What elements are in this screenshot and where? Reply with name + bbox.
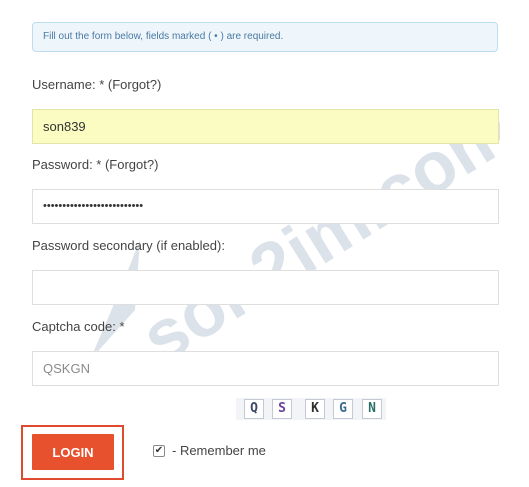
password-secondary-input[interactable] [32,270,499,305]
captcha-char-5: N [362,399,382,419]
captcha-input-value: QSKGN [43,361,90,376]
captcha-char-1: Q [244,399,264,419]
password-secondary-label: Password secondary (if enabled): [32,238,225,253]
notice-text: Fill out the form below, fields marked (… [43,31,284,42]
captcha-char-3: K [305,399,325,419]
captcha-image: Q S K G N [236,398,386,420]
login-button[interactable]: LOGIN [32,434,114,470]
password-input[interactable]: •••••••••••••••••••••••••• [32,189,499,224]
captcha-label: Captcha code: * [32,319,125,334]
captcha-char-2: S [272,399,292,419]
username-value: son839 [43,119,86,134]
captcha-char-4: G [333,399,353,419]
captcha-input[interactable]: QSKGN [32,351,499,386]
checkmark-icon: ✔ [154,445,164,456]
remember-me-label: - Remember me [172,443,266,458]
remember-me-checkbox[interactable]: ✔ [153,445,165,457]
username-input[interactable]: son839 [32,109,499,144]
password-label: Password: * (Forgot?) [32,157,159,172]
required-fields-notice: Fill out the form below, fields marked (… [32,22,498,52]
username-label: Username: * (Forgot?) [32,77,162,92]
password-value: •••••••••••••••••••••••••• [43,200,144,212]
